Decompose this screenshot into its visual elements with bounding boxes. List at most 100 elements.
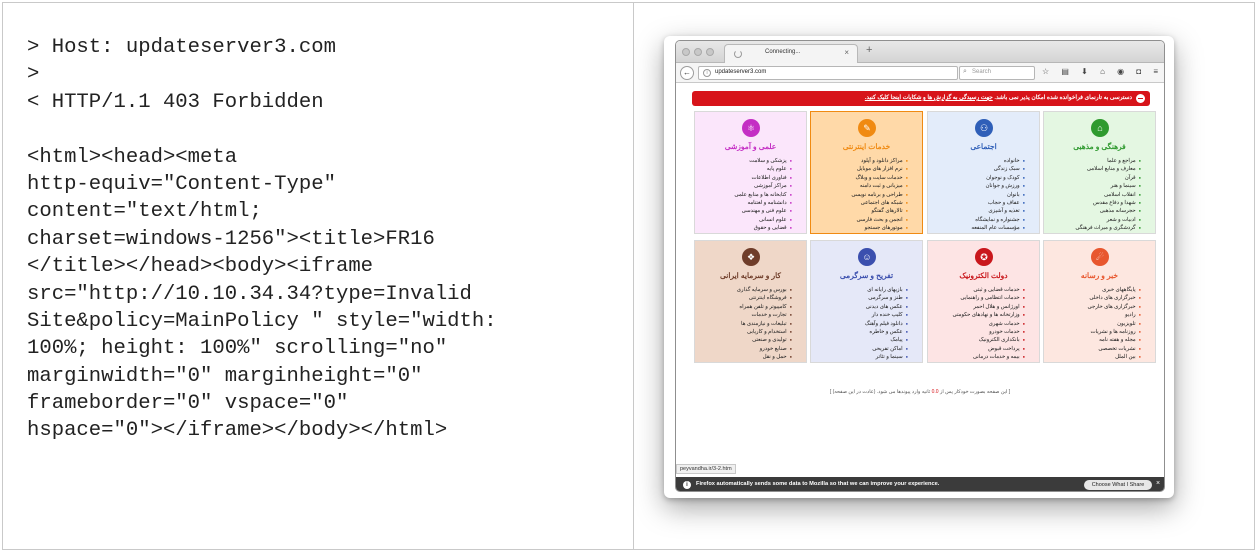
category-link-text[interactable]: مؤسسات عام المنفعه — [971, 225, 1019, 231]
url-bar[interactable]: i updateserver3.com ✕ — [698, 66, 971, 81]
category-link-text[interactable]: علوم فنی و مهندسی — [742, 208, 787, 214]
category-link[interactable]: فناوری اطلاعات — [734, 174, 792, 182]
category-link-text[interactable]: دانلود فیلم وآهنگ — [865, 321, 903, 327]
category-link-text[interactable]: بین الملل — [1115, 354, 1136, 360]
category-link[interactable]: گردشگری و میراث فرهنگی — [1075, 224, 1141, 232]
category-link-text[interactable]: قرآن — [1125, 175, 1136, 181]
maximize-window-icon[interactable] — [706, 48, 714, 56]
category-link[interactable]: پزشکی و سلامت — [734, 157, 792, 165]
category-link[interactable]: ورزش و جوانان — [971, 182, 1025, 190]
category-link[interactable]: بین الملل — [1088, 353, 1141, 361]
category-link-text[interactable]: پایگاههای خبری — [1102, 287, 1136, 293]
category-link[interactable]: تلویزیون — [1088, 320, 1141, 328]
category-link-text[interactable]: کودک و نوجوان — [986, 175, 1019, 181]
minimize-window-icon[interactable] — [694, 48, 702, 56]
category-link[interactable]: حمل و نقل — [737, 353, 792, 361]
category-link-text[interactable]: رادیو — [1125, 312, 1136, 318]
category-link[interactable]: میزبانی و ثبت دامنه — [851, 182, 908, 190]
category-link[interactable]: خبرگزاری های خارجی — [1088, 303, 1141, 311]
category-link-text[interactable]: شهدا و دفاع مقدس — [1093, 200, 1136, 206]
category-link-text[interactable]: ادبیات و شعر — [1107, 217, 1136, 223]
category-link[interactable]: شهدا و دفاع مقدس — [1075, 199, 1141, 207]
category-link-text[interactable]: اورژانس و هلال احمر — [973, 304, 1019, 310]
category-link-text[interactable]: کتابخانه ها و منابع علمی — [734, 192, 786, 198]
category-link-text[interactable]: خدمات سایت و وبلاگ — [855, 175, 902, 181]
category-link-text[interactable]: پیامک — [890, 337, 902, 343]
category-link[interactable]: تالارهای گفتگو — [851, 207, 908, 215]
toolbar-icons[interactable]: ☆ ▤ ⬇ ⌂ ◉ ◘ ≡ — [1042, 67, 1163, 76]
category-link[interactable]: بانکداری الکترونیک — [953, 336, 1025, 344]
category-link[interactable]: قرآن — [1075, 174, 1141, 182]
category-link[interactable]: کلیپ خنده دار — [865, 311, 908, 319]
category-title[interactable]: اجتماعی — [928, 142, 1039, 151]
tab-close-icon[interactable]: × — [844, 48, 849, 57]
category-link-text[interactable]: تغذیه و آشپزی — [988, 208, 1019, 214]
category-link[interactable]: خدمات شهری — [953, 320, 1025, 328]
category-link[interactable]: عکس های دیدنی — [865, 303, 908, 311]
category-link[interactable]: وزارتخانه ها و نهادهای حکومتی — [953, 311, 1025, 319]
category-link[interactable]: کتابخانه ها و منابع علمی — [734, 191, 792, 199]
category-link[interactable]: رادیو — [1088, 311, 1141, 319]
category-link[interactable]: صنایع خودرو — [737, 345, 792, 353]
category-link[interactable]: مراکز آموزشی — [734, 182, 792, 190]
category-link-text[interactable]: دانشنامه و لغتنامه — [748, 200, 787, 206]
search-bar[interactable]: ⌕ Search — [959, 66, 1035, 80]
category-link[interactable]: روزنامه ها و نشریات — [1088, 328, 1141, 336]
category-link[interactable]: پیامک — [865, 336, 908, 344]
category-link-text[interactable]: علوم پایه — [767, 166, 787, 172]
notification-close-icon[interactable]: × — [1156, 480, 1160, 487]
category-link-text[interactable]: تلویزیون — [1117, 321, 1135, 327]
category-link[interactable]: خدمات قضایی و ثبتی — [953, 286, 1025, 294]
choose-what-i-share-button[interactable]: Choose What I Share — [1084, 480, 1152, 490]
category-link-text[interactable]: استخدام و کاریابی — [747, 329, 787, 335]
category-link[interactable]: مراجع و علما — [1075, 157, 1141, 165]
category-link-text[interactable]: سینما و هنر — [1110, 183, 1135, 189]
category-link-text[interactable]: سینما و تئاتر — [876, 354, 903, 360]
category-link-text[interactable]: جشنواره و نمایشگاه — [975, 217, 1019, 223]
category-link-text[interactable]: مجله و هفته نامه — [1099, 337, 1136, 343]
category-box[interactable]: ⚛ علمی و آموزشی پزشکی و سلامت علوم پایه فناو… — [694, 111, 807, 234]
category-link[interactable]: بانوان — [971, 191, 1025, 199]
category-link-text[interactable]: اماکن تفریحی — [872, 346, 902, 352]
category-link[interactable]: علوم فنی و مهندسی — [734, 207, 792, 215]
category-link[interactable]: خدمات سایت و وبلاگ — [851, 174, 908, 182]
category-link-text[interactable]: بانکداری الکترونیک — [979, 337, 1020, 343]
category-link[interactable]: تبلیغات و نیازمندی ها — [737, 320, 792, 328]
category-link-text[interactable]: تبلیغات و نیازمندی ها — [741, 321, 787, 327]
site-info-icon[interactable]: i — [703, 69, 711, 77]
category-link-text[interactable]: میزبانی و ثبت دامنه — [860, 183, 903, 189]
category-link[interactable]: اماکن تفریحی — [865, 345, 908, 353]
new-tab-icon[interactable]: + — [866, 44, 872, 56]
category-link[interactable]: فروشگاه اینترنتی — [737, 294, 792, 302]
category-link-text[interactable]: گردشگری و میراث فرهنگی — [1075, 225, 1135, 231]
category-link[interactable]: بازیهای رایانه ای — [865, 286, 908, 294]
category-link[interactable]: طراحی و برنامه نویسی — [851, 191, 908, 199]
category-link[interactable]: کودک و نوجوان — [971, 174, 1025, 182]
category-link-text[interactable]: وزارتخانه ها و نهادهای حکومتی — [953, 312, 1020, 318]
category-link[interactable]: تولیدی و صنعتی — [737, 336, 792, 344]
category-link-text[interactable]: فروشگاه اینترنتی — [749, 295, 787, 301]
category-link[interactable]: دانشنامه و لغتنامه — [734, 199, 792, 207]
category-link[interactable]: نرم افزار های موبایل — [851, 165, 908, 173]
category-link-text[interactable]: خدمات شهری — [989, 321, 1020, 327]
category-link-text[interactable]: خبرگزاری های خارجی — [1088, 304, 1136, 310]
category-title[interactable]: خدمات اینترنتی — [811, 142, 922, 151]
category-link[interactable]: بورس و سرمایه گذاری — [737, 286, 792, 294]
category-link-text[interactable]: طراحی و برنامه نویسی — [851, 192, 902, 198]
category-link-text[interactable]: انقلاب اسلامی — [1104, 192, 1136, 198]
category-link[interactable]: خانواده — [971, 157, 1025, 165]
category-link[interactable]: مجله و هفته نامه — [1088, 336, 1141, 344]
category-title[interactable]: فرهنگی و مذهبی — [1044, 142, 1155, 151]
category-link[interactable]: سینما و تئاتر — [865, 353, 908, 361]
category-link[interactable]: اورژانس و هلال احمر — [953, 303, 1025, 311]
category-box[interactable]: ☺ تفریح و سرگرمی بازیهای رایانه ای طنز و سر… — [810, 240, 923, 363]
search-placeholder[interactable]: Search — [972, 69, 991, 75]
category-link-text[interactable]: طنز و سرگرمی — [868, 295, 902, 301]
category-link-text[interactable]: عکس و خاطره — [869, 329, 902, 335]
category-link[interactable]: عفاف و حجاب — [971, 199, 1025, 207]
close-window-icon[interactable] — [682, 48, 690, 56]
category-link-text[interactable]: عفاف و حجاب — [988, 200, 1020, 206]
category-link[interactable]: نشریات تخصصی — [1088, 345, 1141, 353]
category-link-text[interactable]: ورزش و جوانان — [985, 183, 1019, 189]
category-link[interactable]: علوم پایه — [734, 165, 792, 173]
